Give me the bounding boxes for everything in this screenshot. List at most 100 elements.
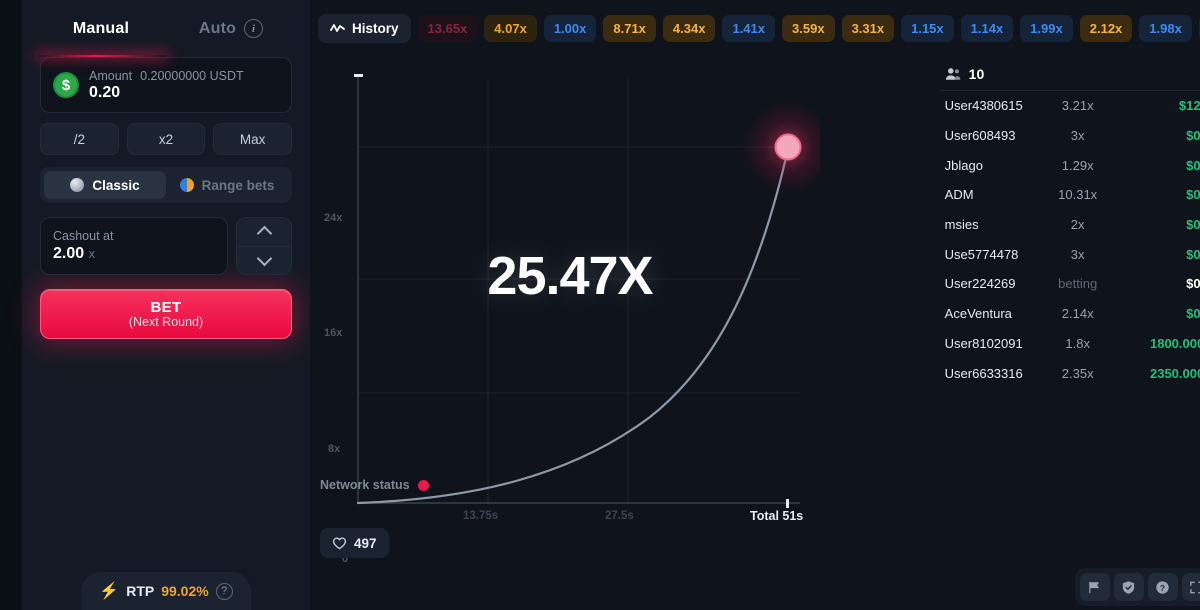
active-tab-indicator [38, 55, 166, 57]
history-button[interactable]: History [318, 14, 411, 43]
table-row[interactable]: Jblago 1.29x $0.41 ◉ [941, 150, 1200, 180]
heart-icon [332, 537, 347, 550]
player-name: User224269 [944, 276, 1016, 292]
history-chip[interactable]: 4.34x [662, 15, 716, 42]
bet-button-label: BET [150, 299, 182, 316]
player-amount: 1800.00000 [1149, 335, 1200, 351]
cashout-input[interactable]: 2.00 [53, 245, 84, 262]
crash-ball-icon [774, 133, 802, 161]
crash-chart: 24x 16x 8x 0 13.75s 27.5s Total 51s 25.4… [320, 57, 834, 565]
table-row[interactable]: User4380615 3.21x $12.84 ₮ [941, 91, 1200, 121]
x-tick-1: 13.75s [463, 510, 499, 522]
players-count-group: 10 [945, 65, 985, 82]
table-row[interactable]: Use5774478 3x $0.12 ₮ [941, 239, 1200, 269]
bet-panel: Manual Auto i $ Amount 0.20000000 USDT 0… [22, 0, 310, 610]
player-amount: 2350.00000 [1149, 365, 1200, 381]
tab-auto[interactable]: Auto i [166, 0, 296, 57]
history-chip[interactable]: 1.15x [901, 15, 954, 42]
y-tick-24x: 24x [324, 212, 343, 224]
users-icon [945, 67, 961, 80]
rtp-container: ⚡ RTP 99.02% ? [22, 572, 310, 610]
double-button[interactable]: x2 [126, 123, 206, 155]
cashout-decrement-button[interactable] [237, 245, 291, 275]
history-chip[interactable]: 13.65x [417, 15, 478, 42]
history-chip[interactable]: 3.59x [782, 15, 835, 42]
players-panel: 10 $4.84 User4380615 3.21x $12.84 ₮ User… [940, 57, 1200, 388]
lightning-bolt-icon: ⚡ [99, 583, 120, 600]
history-chip[interactable]: 4.07x [484, 15, 537, 42]
player-name: AceVentura [944, 306, 1012, 322]
player-multiplier: 3.21x [1061, 98, 1094, 114]
player-multiplier: 10.31x [1058, 187, 1098, 203]
usdt-coin-icon: $ [53, 72, 79, 98]
crash-game-app: Manual Auto i $ Amount 0.20000000 USDT 0… [0, 0, 1200, 610]
multiplier-curve [356, 147, 790, 505]
classic-ball-icon [70, 178, 85, 192]
cashout-row: Cashout at 2.00 x [40, 217, 292, 275]
bet-button[interactable]: BET (Next Round) [40, 289, 292, 339]
history-chip[interactable]: 2.12x [1079, 15, 1133, 42]
players-count: 10 [968, 65, 985, 82]
halve-button[interactable]: /2 [40, 123, 119, 155]
mode-range-bets[interactable]: Range bets [166, 171, 288, 199]
player-amount: $0.08 [1186, 217, 1200, 233]
players-header: 10 $4.84 [940, 57, 1200, 91]
help-icon[interactable]: ? [1147, 573, 1178, 601]
chart-flag-icon[interactable] [1079, 573, 1110, 601]
player-amount: $0.41 [1186, 157, 1200, 173]
player-multiplier: 3x [1070, 128, 1085, 144]
amount-label: Amount [89, 68, 133, 83]
bet-mode-toggle: Classic Range bets [40, 167, 292, 203]
player-amount: $0.97 [1186, 128, 1200, 144]
network-status: Network status [320, 478, 429, 492]
y-axis-cap [354, 74, 363, 77]
current-multiplier: 25.47X [487, 246, 653, 306]
help-icon[interactable]: ? [215, 582, 233, 600]
player-multiplier: betting [1058, 276, 1098, 292]
cashout-field[interactable]: Cashout at 2.00 x [40, 217, 228, 275]
max-button[interactable]: Max [213, 123, 293, 155]
y-tick-8x: 8x [328, 443, 341, 455]
info-icon[interactable]: i [244, 19, 264, 38]
table-row[interactable]: msies 2x $0.08 ◕ [941, 210, 1200, 240]
amount-input[interactable]: 0.20 [89, 84, 244, 102]
bet-button-sublabel: (Next Round) [128, 315, 204, 329]
history-chip[interactable]: 1.98x [1139, 15, 1192, 42]
panel-tabs: Manual Auto i [22, 0, 310, 57]
shield-check-icon[interactable] [1113, 573, 1144, 601]
tab-manual-label: Manual [72, 19, 130, 37]
table-row[interactable]: User8102091 1.8x 1800.00000 ◉ [941, 329, 1200, 359]
table-row[interactable]: User224269 betting $0.02 ₮ [941, 269, 1200, 299]
x-axis-cap [786, 499, 789, 508]
mode-range-bets-label: Range bets [201, 177, 275, 193]
player-name: Jblago [944, 157, 983, 173]
history-chip[interactable]: 1.00x [543, 15, 597, 42]
table-row[interactable]: AceVentura 2.14x $0.04 ₿ [941, 299, 1200, 329]
mode-classic[interactable]: Classic [44, 171, 166, 199]
history-chip[interactable]: 1.99x [1020, 15, 1073, 42]
cashout-label: Cashout at [53, 229, 114, 243]
player-amount: $0.12 [1186, 246, 1200, 262]
chevron-up-icon [256, 225, 272, 242]
amount-balance: 0.20000000 USDT [140, 68, 244, 83]
like-button[interactable]: 497 [320, 528, 389, 558]
zigzag-chart-icon [330, 24, 345, 32]
like-count: 497 [354, 535, 377, 551]
table-row[interactable]: User608493 3x $0.97 ▽ [941, 121, 1200, 151]
fullscreen-icon[interactable] [1181, 573, 1200, 601]
history-button-label: History [352, 21, 399, 36]
tab-manual[interactable]: Manual [36, 0, 166, 57]
table-row[interactable]: User6633316 2.35x 2350.00000 ◉ [941, 358, 1200, 388]
amount-header: Amount 0.20000000 USDT [89, 69, 244, 83]
x-tick-2: 27.5s [605, 510, 634, 522]
svg-text:?: ? [1160, 582, 1165, 592]
history-chip[interactable]: 1.41x [722, 15, 776, 42]
amount-field[interactable]: $ Amount 0.20000000 USDT 0.20 [40, 57, 292, 113]
chevron-down-icon [256, 250, 272, 267]
rtp-badge[interactable]: ⚡ RTP 99.02% ? [81, 572, 251, 610]
table-row[interactable]: ADM 10.31x $0.82 ₮ [941, 180, 1200, 210]
history-chip[interactable]: 1.14x [960, 15, 1014, 42]
history-chip[interactable]: 8.71x [603, 15, 656, 42]
history-chip[interactable]: 3.31x [841, 15, 895, 42]
cashout-increment-button[interactable] [237, 218, 291, 246]
